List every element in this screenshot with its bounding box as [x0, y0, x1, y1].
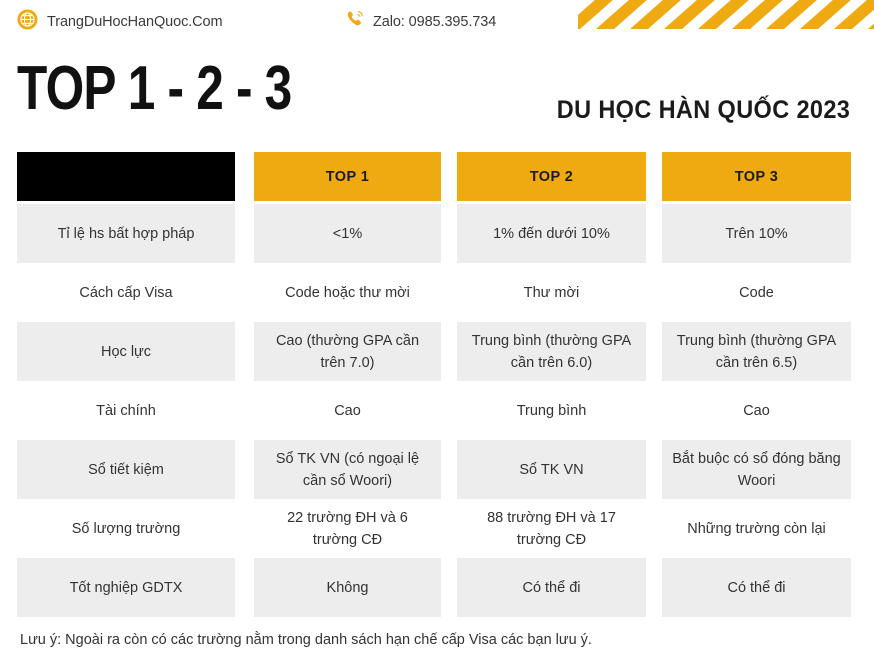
row-label: Sổ tiết kiệm: [17, 440, 235, 499]
row-value-top3: Bắt buộc có sổ đóng băng Woori: [662, 440, 851, 499]
row-value-top3: Có thể đi: [662, 558, 851, 617]
row-label: Tốt nghiệp GDTX: [17, 558, 235, 617]
row-value-top2: Sổ TK VN: [457, 440, 646, 499]
row-value-top1: Không: [254, 558, 441, 617]
table-header-row: TOP 1 TOP 2 TOP 3: [17, 152, 851, 201]
diagonal-stripes-decoration: [578, 0, 874, 29]
row-value-top2: Trung bình (thường GPA cần trên 6.0): [457, 322, 646, 381]
page-title: TOP 1 - 2 - 3: [17, 54, 292, 123]
row-value-top1: Cao (thường GPA cần trên 7.0): [254, 322, 441, 381]
row-value-top3: Trên 10%: [662, 204, 851, 263]
footer-note: Lưu ý: Ngoài ra còn có các trường nằm tr…: [20, 632, 592, 648]
table-header-cell-top1: TOP 1: [254, 152, 441, 201]
row-value-top2: 1% đến dưới 10%: [457, 204, 646, 263]
row-value-top2: Trung bình: [457, 381, 646, 440]
table-row: Học lực Cao (thường GPA cần trên 7.0) Tr…: [17, 322, 851, 381]
globe-icon: [17, 9, 38, 35]
table-header-cell-top2: TOP 2: [457, 152, 646, 201]
comparison-table: TOP 1 TOP 2 TOP 3 Tỉ lệ hs bất hợp pháp …: [17, 152, 851, 617]
row-value-top2: Có thể đi: [457, 558, 646, 617]
site-branding[interactable]: TrangDuHocHanQuoc.Com: [17, 9, 223, 35]
row-label: Số lượng trường: [17, 499, 235, 558]
table-row: Tốt nghiệp GDTX Không Có thể đi Có thể đ…: [17, 558, 851, 617]
row-value-top2: Thư mời: [457, 263, 646, 322]
page-subtitle: DU HỌC HÀN QUỐC 2023: [556, 96, 850, 124]
zalo-phone-text: Zalo: 0985.395.734: [373, 13, 497, 30]
row-value-top3: Code: [662, 263, 851, 322]
zalo-contact[interactable]: Zalo: 0985.395.734: [345, 9, 496, 34]
table-row: Tỉ lệ hs bất hợp pháp <1% 1% đến dưới 10…: [17, 204, 851, 263]
table-header-cell-top3: TOP 3: [662, 152, 851, 201]
row-value-top3: Cao: [662, 381, 851, 440]
table-row: Sổ tiết kiệm Sổ TK VN (có ngoại lệ cần s…: [17, 440, 851, 499]
row-value-top1: Code hoặc thư mời: [254, 263, 441, 322]
heading-block: TOP 1 - 2 - 3 DU HỌC HÀN QUỐC 2023: [0, 54, 874, 130]
phone-ringing-icon: [345, 9, 365, 34]
row-value-top1: Sổ TK VN (có ngoại lệ cần sổ Woori): [254, 440, 441, 499]
table-row: Cách cấp Visa Code hoặc thư mời Thư mời …: [17, 263, 851, 322]
row-value-top1: Cao: [254, 381, 441, 440]
row-value-top3: Những trường còn lại: [662, 499, 851, 558]
row-value-top1: <1%: [254, 204, 441, 263]
row-label: Tài chính: [17, 381, 235, 440]
row-label: Học lực: [17, 322, 235, 381]
table-row: Tài chính Cao Trung bình Cao: [17, 381, 851, 440]
table-row: Số lượng trường 22 trường ĐH và 6 trường…: [17, 499, 851, 558]
table-header-cell-blank: [17, 152, 235, 201]
row-label: Tỉ lệ hs bất hợp pháp: [17, 204, 235, 263]
row-value-top2: 88 trường ĐH và 17 trường CĐ: [457, 499, 646, 558]
site-name: TrangDuHocHanQuoc.Com: [47, 14, 223, 30]
top-bar: TrangDuHocHanQuoc.Com Zalo: 0985.395.734: [0, 0, 874, 46]
row-value-top1: 22 trường ĐH và 6 trường CĐ: [254, 499, 441, 558]
row-value-top3: Trung bình (thường GPA cần trên 6.5): [662, 322, 851, 381]
row-label: Cách cấp Visa: [17, 263, 235, 322]
